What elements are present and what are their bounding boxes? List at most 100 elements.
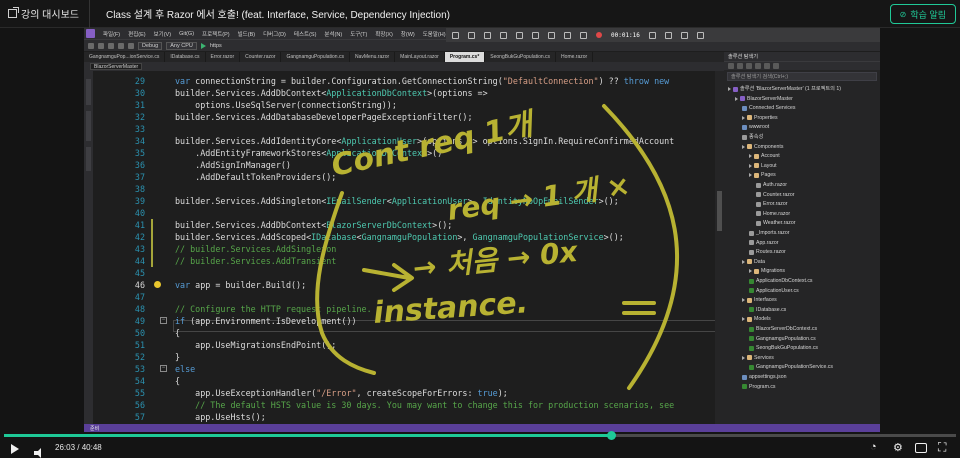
expand-chevron-icon[interactable] — [749, 173, 752, 178]
menu-item-edit[interactable]: 편집(E) — [124, 30, 149, 38]
code-line[interactable]: 35 .AddEntityFrameworkStores<Application… — [93, 147, 724, 159]
expand-chevron-icon[interactable] — [749, 269, 752, 274]
expand-chevron-icon[interactable] — [742, 144, 745, 149]
clear-icon[interactable] — [564, 31, 571, 39]
menu-item-debug[interactable]: 디버그(D) — [259, 30, 290, 38]
show-all-icon[interactable] — [764, 63, 770, 69]
expand-chevron-icon[interactable] — [742, 317, 745, 322]
tree-item[interactable]: Components — [742, 143, 783, 151]
picture-in-picture-icon[interactable] — [915, 443, 927, 453]
expand-chevron-icon[interactable] — [742, 355, 745, 360]
code-line[interactable]: 33 — [93, 123, 724, 135]
code-line[interactable]: 54 { — [93, 375, 724, 387]
expand-chevron-icon[interactable] — [749, 163, 752, 168]
recorder-close-icon[interactable] — [696, 31, 704, 39]
doc-tab-active[interactable]: Program.cs* — [444, 52, 486, 62]
speed-gauge-icon[interactable]: ◔ — [870, 441, 877, 453]
doc-tab[interactable]: IDatabase.cs — [165, 52, 206, 62]
config-select[interactable]: Debug — [138, 41, 163, 50]
tree-item[interactable]: Counter.razor — [756, 191, 794, 199]
code-line[interactable]: 29 var connectionString = builder.Configu… — [93, 75, 724, 87]
code-line[interactable]: 57 app.UseHsts(); — [93, 411, 724, 423]
arrow-tool-icon[interactable] — [516, 31, 523, 39]
dashboard-link[interactable]: 강의 대시보드 — [0, 0, 90, 28]
stop-icon[interactable] — [664, 31, 672, 39]
tree-item[interactable]: Program.cs — [742, 383, 776, 391]
solution-search-input[interactable]: 솔루션 탐색기 검색(Ctrl+;) — [727, 72, 877, 81]
code-line[interactable]: 41 builder.Services.AddDbContext<BlazorSe… — [93, 219, 724, 231]
refresh-icon[interactable] — [746, 63, 752, 69]
video-frame[interactable]: 파일(F) 편집(E) 보기(V) Git(G) 프로젝트(P) 빌드(B) 디… — [84, 28, 880, 432]
tree-item[interactable]: ApplicationDbContext.cs — [749, 277, 813, 285]
video-progress-bar[interactable] — [4, 431, 956, 440]
tree-item[interactable]: GangnamguPopulationService.cs — [749, 363, 833, 371]
code-line[interactable]: 37 .AddDefaultTokenProviders(); — [93, 171, 724, 183]
code-line[interactable]: 40 — [93, 207, 724, 219]
tree-item[interactable]: Migrations — [749, 267, 785, 275]
tree-item[interactable]: Layout — [749, 162, 777, 170]
cursor-tool-icon[interactable] — [452, 31, 459, 39]
fullscreen-icon[interactable]: ⛶ — [938, 440, 946, 455]
fold-toggle-icon[interactable]: − — [160, 365, 167, 372]
menu-item-test[interactable]: 테스트(S) — [290, 30, 321, 38]
menu-item-extensions[interactable]: 확장(X) — [371, 30, 396, 38]
code-line[interactable]: 43 // builder.Services.AddSingleton — [93, 243, 724, 255]
code-line[interactable]: 30 builder.Services.AddDbContext<Applicat… — [93, 87, 724, 99]
tree-item[interactable]: Weather.razor — [756, 219, 795, 227]
tree-item[interactable]: BlazorServerMaster — [735, 95, 793, 103]
redo-icon[interactable] — [128, 42, 134, 49]
home-icon[interactable] — [728, 63, 734, 69]
tree-item[interactable]: Connected Services — [742, 104, 795, 112]
expand-chevron-icon[interactable] — [742, 115, 745, 120]
highlighter-icon[interactable] — [484, 31, 491, 39]
code-line[interactable]: 55 app.UseExceptionHandler("/Error", cre… — [93, 387, 724, 399]
menu-item-view[interactable]: 보기(V) — [150, 30, 175, 38]
code-line[interactable]: 44 // builder.Services.AddTransient — [93, 255, 724, 267]
doc-tab[interactable]: GangnamguPopulation.cs — [281, 52, 350, 62]
toolbox-tab[interactable] — [86, 79, 91, 105]
forward-icon[interactable] — [98, 42, 104, 49]
tree-item[interactable]: ApplicationUser.cs — [749, 287, 799, 295]
menu-item-help[interactable]: 도움말(H) — [419, 30, 450, 38]
play-icon[interactable] — [11, 444, 19, 454]
tree-item[interactable]: Properties — [742, 114, 778, 122]
learn-alarm-button[interactable]: ⊘ 학습 알림 — [889, 4, 956, 24]
code-line[interactable]: 32 builder.Services.AddDatabaseDeveloperP… — [93, 111, 724, 123]
tree-item[interactable]: IDatabase.cs — [749, 306, 786, 314]
code-line[interactable]: 31 options.UseSqlServer(connectionString… — [93, 99, 724, 111]
code-line[interactable]: 48 // Configure the HTTP request pipeline… — [93, 303, 724, 315]
tree-item[interactable]: Routes.razor — [749, 248, 786, 256]
data-sources-tab[interactable] — [86, 147, 91, 171]
collapse-icon[interactable] — [755, 63, 761, 69]
code-line[interactable]: 34 builder.Services.AddIdentityCore<Appli… — [93, 135, 724, 147]
undo-icon[interactable] — [118, 42, 124, 49]
expand-chevron-icon[interactable] — [742, 259, 745, 264]
back-icon[interactable] — [88, 42, 94, 49]
tree-item[interactable]: BlazorServerDbContext.cs — [749, 325, 817, 333]
code-line[interactable]: 52} — [93, 351, 724, 363]
code-line[interactable]: 46 var app = builder.Build(); — [93, 279, 724, 291]
menu-item-window[interactable]: 창(W) — [397, 30, 419, 38]
tree-item[interactable]: Auth.razor — [756, 181, 787, 189]
menu-item-analyze[interactable]: 분석(N) — [320, 30, 346, 38]
shape-tool-icon[interactable] — [532, 31, 539, 39]
expand-chevron-icon[interactable] — [735, 96, 738, 101]
properties-icon[interactable] — [773, 63, 779, 69]
eraser-icon[interactable] — [500, 31, 507, 39]
tree-item[interactable]: Models — [742, 315, 771, 323]
project-combo[interactable]: BlazorServerMaster — [90, 63, 143, 70]
sync-icon[interactable] — [737, 63, 743, 69]
code-line[interactable]: 49 − if (app.Environment.IsDevelopment()) — [93, 315, 724, 327]
tree-item[interactable]: wwwroot — [742, 123, 769, 131]
doc-tab[interactable]: NavMenu.razor — [350, 52, 396, 62]
tree-item[interactable]: 종속성 — [742, 133, 763, 141]
pen-tool-icon[interactable] — [468, 31, 475, 39]
code-editor[interactable]: 29 var connectionString = builder.Configu… — [93, 71, 724, 432]
code-line[interactable]: 45 — [93, 267, 724, 279]
code-line[interactable]: 39 builder.Services.AddSingleton<IEmailSe… — [93, 195, 724, 207]
menu-item-git[interactable]: Git(G) — [175, 31, 198, 37]
tree-item[interactable]: Account — [749, 152, 780, 160]
fold-toggle-icon[interactable]: − — [160, 317, 167, 324]
tree-item[interactable]: App.razor — [749, 239, 779, 247]
menu-item-file[interactable]: 파일(F) — [99, 30, 124, 38]
